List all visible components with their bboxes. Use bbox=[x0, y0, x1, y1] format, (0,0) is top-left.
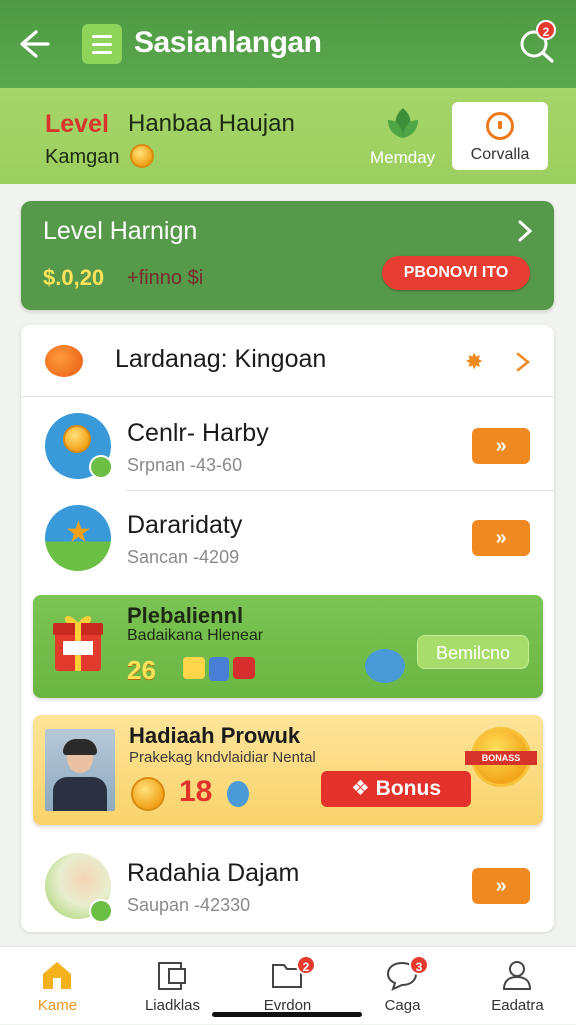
promo-title: Hadiaah Prowuk bbox=[129, 723, 301, 748]
coin-icon bbox=[131, 777, 165, 811]
row-title: Radahia Dajam bbox=[127, 859, 300, 887]
medal-label: BONASS bbox=[465, 751, 537, 765]
nav-label: Kame bbox=[37, 997, 78, 1014]
page-title: Sasianlangan bbox=[134, 26, 322, 59]
row-subtitle: Srpnan -43-60 bbox=[127, 455, 243, 475]
row-title: Cenlr- Harby bbox=[127, 419, 269, 447]
info-icon bbox=[486, 112, 514, 140]
nav-label: Caga bbox=[384, 997, 421, 1014]
person-photo bbox=[45, 729, 115, 811]
promo-subtitle: Prakekag kndvlaidiar Nental bbox=[129, 749, 316, 766]
go-button[interactable]: » bbox=[472, 520, 530, 556]
nav-item-profile[interactable]: Eadatra bbox=[460, 947, 575, 1025]
home-indicator bbox=[212, 1012, 362, 1017]
sparkle-icon bbox=[183, 657, 205, 679]
nav-item-chat[interactable]: 3 Caga bbox=[345, 947, 460, 1025]
menu-icon-line bbox=[92, 34, 112, 38]
home-icon bbox=[43, 962, 71, 989]
leaf-icon[interactable] bbox=[384, 104, 422, 142]
person-icon bbox=[502, 961, 532, 990]
nav-item-home[interactable]: Kame bbox=[0, 947, 115, 1025]
promo-banner-yellow[interactable]: Hadiaah Prowuk Prakekag kndvlaidiar Nent… bbox=[33, 715, 543, 825]
coin-icon bbox=[63, 425, 91, 453]
bonus-label: Bonus bbox=[375, 777, 441, 800]
notification-badge: 2 bbox=[296, 955, 316, 975]
list-item[interactable]: ★ Dararidaty Sancan -4209 » bbox=[21, 491, 554, 583]
go-button[interactable]: » bbox=[472, 868, 530, 904]
arrow-left-icon bbox=[20, 30, 50, 58]
back-button[interactable] bbox=[16, 26, 52, 62]
level-label: Level bbox=[45, 110, 109, 138]
gift-box-icon bbox=[53, 616, 103, 671]
row-title: Dararidaty bbox=[127, 511, 243, 539]
level-card[interactable]: Level Harnign $.0,20 +finno $i PBONOVI I… bbox=[21, 201, 554, 310]
gift-icon bbox=[233, 657, 255, 679]
promo-title: Plebaliennl bbox=[127, 603, 244, 628]
card-icon bbox=[209, 657, 229, 681]
promo-button[interactable]: Bemilcno bbox=[417, 635, 529, 669]
chevron-right-icon[interactable] bbox=[515, 219, 535, 243]
notification-badge: 3 bbox=[409, 955, 429, 975]
fire-icon bbox=[45, 345, 83, 377]
go-button[interactable]: » bbox=[472, 428, 530, 464]
app-bar: Sasianlangan 2 bbox=[0, 0, 576, 88]
nav-label: Eadatra bbox=[491, 997, 544, 1014]
convert-label: Corvalla bbox=[470, 146, 530, 163]
menu-icon-line bbox=[92, 42, 112, 46]
badge-icon bbox=[89, 455, 113, 479]
bonus-button[interactable]: ❖ Bonus bbox=[321, 771, 471, 807]
search-button[interactable]: 2 bbox=[518, 20, 556, 64]
promo-button[interactable]: PBONOVI ITO bbox=[382, 256, 530, 290]
gift-icon: ❖ bbox=[351, 777, 376, 800]
list-item[interactable]: Radahia Dajam Saupan -42330 » bbox=[21, 839, 554, 931]
spark-icon: ✸ bbox=[465, 349, 484, 374]
badge-icon bbox=[89, 899, 113, 923]
level-sub-label: Kamgan bbox=[45, 146, 120, 168]
user-name: Hanbaa Haujan bbox=[128, 110, 295, 137]
promo-banner-green[interactable]: Plebaliennl Badaikana Hlenear 26 Bemilcn… bbox=[33, 595, 543, 698]
star-icon: ★ bbox=[65, 516, 92, 549]
notification-badge: 2 bbox=[536, 20, 556, 40]
promo-subtitle: Badaikana Hlenear bbox=[127, 627, 264, 644]
monday-label[interactable]: Memday bbox=[370, 148, 435, 168]
coin-icon bbox=[130, 144, 154, 168]
level-extra: +finno $i bbox=[127, 267, 204, 289]
panel-header-title: Lardanag: Kingoan bbox=[115, 345, 327, 373]
level-amount: $.0,20 bbox=[43, 265, 105, 290]
whistle-icon bbox=[365, 649, 405, 683]
level-card-title: Level Harnign bbox=[43, 217, 198, 245]
avatar: ★ bbox=[45, 505, 111, 571]
promo-numbers: 26 bbox=[127, 655, 156, 685]
document-icon bbox=[158, 962, 186, 990]
convert-button[interactable]: Corvalla bbox=[452, 102, 548, 170]
menu-button[interactable] bbox=[82, 24, 122, 64]
row-subtitle: Saupan -42330 bbox=[127, 895, 251, 915]
promo-number: 18 bbox=[179, 775, 213, 808]
row-subtitle: Sancan -4209 bbox=[127, 547, 240, 567]
panel-header[interactable]: Lardanag: Kingoan ✸ bbox=[21, 325, 554, 397]
chevron-right-icon[interactable] bbox=[515, 351, 531, 373]
drop-icon bbox=[227, 781, 249, 807]
menu-icon-line bbox=[92, 50, 112, 54]
list-item[interactable]: Cenlr- Harby Srpnan -43-60 » bbox=[21, 399, 554, 491]
